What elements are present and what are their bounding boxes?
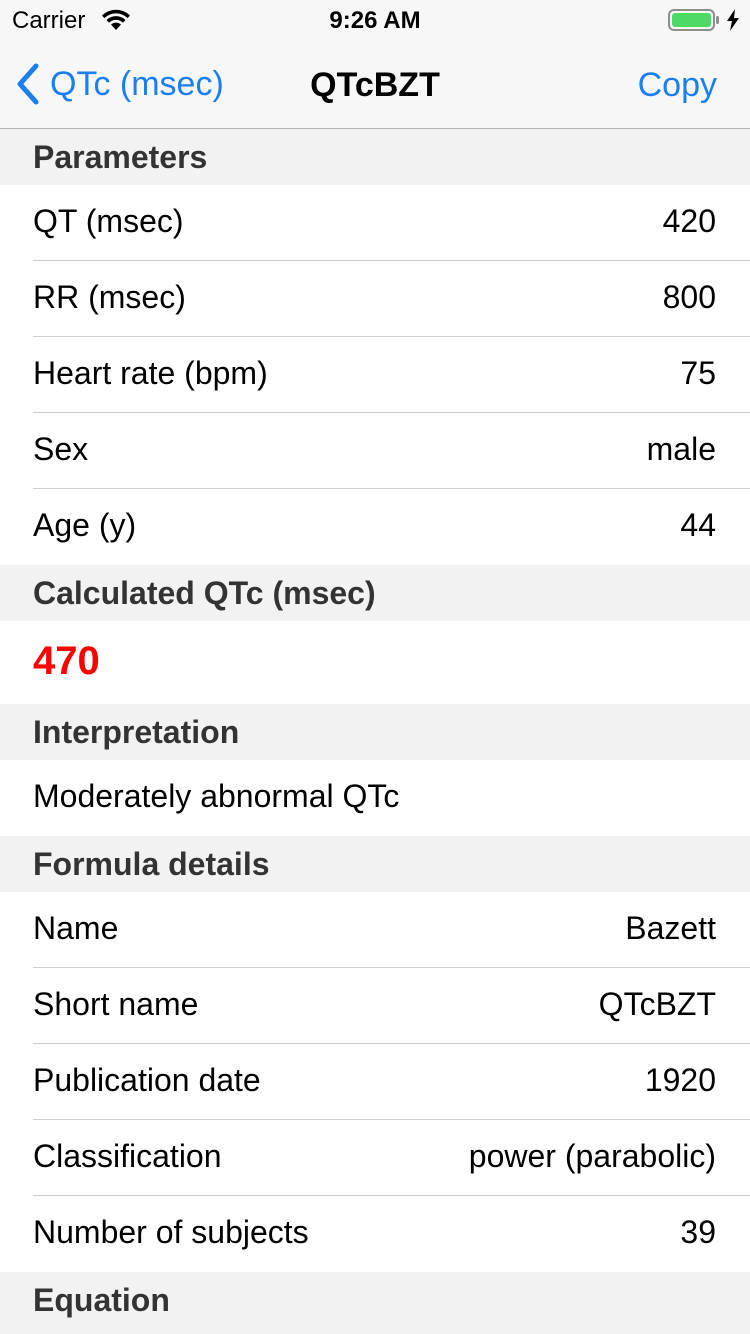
row-value: 39 [680, 1214, 716, 1250]
row-value: 800 [662, 279, 716, 315]
row-label: Age (y) [33, 507, 137, 543]
section-title: Equation [33, 1282, 170, 1318]
calculated-qtc-header: Calculated QTc (msec) [0, 565, 750, 621]
status-bar: Carrier 9:26 AM [0, 0, 750, 40]
interpretation-text: Moderately abnormal QTc [33, 778, 400, 814]
section-title: Formula details [33, 846, 270, 882]
row-label: RR (msec) [33, 279, 186, 315]
row-value: 1920 [644, 1062, 716, 1098]
formula-details-header: Formula details [0, 836, 750, 892]
parameter-row-qt: QT (msec) 420 [0, 185, 750, 261]
row-value: 44 [680, 507, 716, 543]
status-time: 9:26 AM [329, 7, 421, 34]
formula-row-subjects: Number of subjects 39 [0, 1196, 750, 1272]
copy-button[interactable]: Copy [638, 66, 717, 105]
charging-bolt-icon [727, 9, 739, 31]
row-value: power (parabolic) [468, 1138, 716, 1174]
equation-header: Equation [0, 1272, 750, 1334]
navigation-bar: QTc (msec) QTcBZT Copy [0, 40, 750, 129]
row-value: 420 [662, 203, 716, 239]
row-label: QT (msec) [33, 203, 184, 239]
row-value: QTcBZT [598, 986, 716, 1022]
row-value: 75 [680, 355, 716, 391]
parameter-row-sex: Sex male [0, 413, 750, 489]
row-value: Bazett [625, 910, 716, 946]
parameters-header: Parameters [0, 129, 750, 185]
row-label: Short name [33, 986, 199, 1022]
row-label: Publication date [33, 1062, 261, 1098]
parameter-row-rr: RR (msec) 800 [0, 261, 750, 337]
calculated-qtc-row: 470 [0, 621, 750, 704]
parameter-row-age: Age (y) 44 [0, 489, 750, 565]
section-title: Parameters [33, 139, 208, 175]
section-title: Calculated QTc (msec) [33, 575, 376, 611]
formula-row-classification: Classification power (parabolic) [0, 1120, 750, 1196]
formula-row-name: Name Bazett [0, 892, 750, 968]
formula-row-publication-date: Publication date 1920 [0, 1044, 750, 1120]
row-value: male [646, 431, 716, 467]
formula-row-short-name: Short name QTcBZT [0, 968, 750, 1044]
interpretation-header: Interpretation [0, 704, 750, 760]
row-label: Sex [33, 431, 89, 467]
row-label: Classification [33, 1138, 222, 1174]
section-title: Interpretation [33, 714, 240, 750]
row-label: Name [33, 910, 119, 946]
battery-icon [668, 9, 719, 31]
row-label: Number of subjects [33, 1214, 309, 1250]
row-label: Heart rate (bpm) [33, 355, 268, 391]
parameter-row-heart-rate: Heart rate (bpm) 75 [0, 337, 750, 413]
interpretation-row: Moderately abnormal QTc [0, 760, 750, 836]
calculated-qtc-value: 470 [33, 639, 100, 683]
